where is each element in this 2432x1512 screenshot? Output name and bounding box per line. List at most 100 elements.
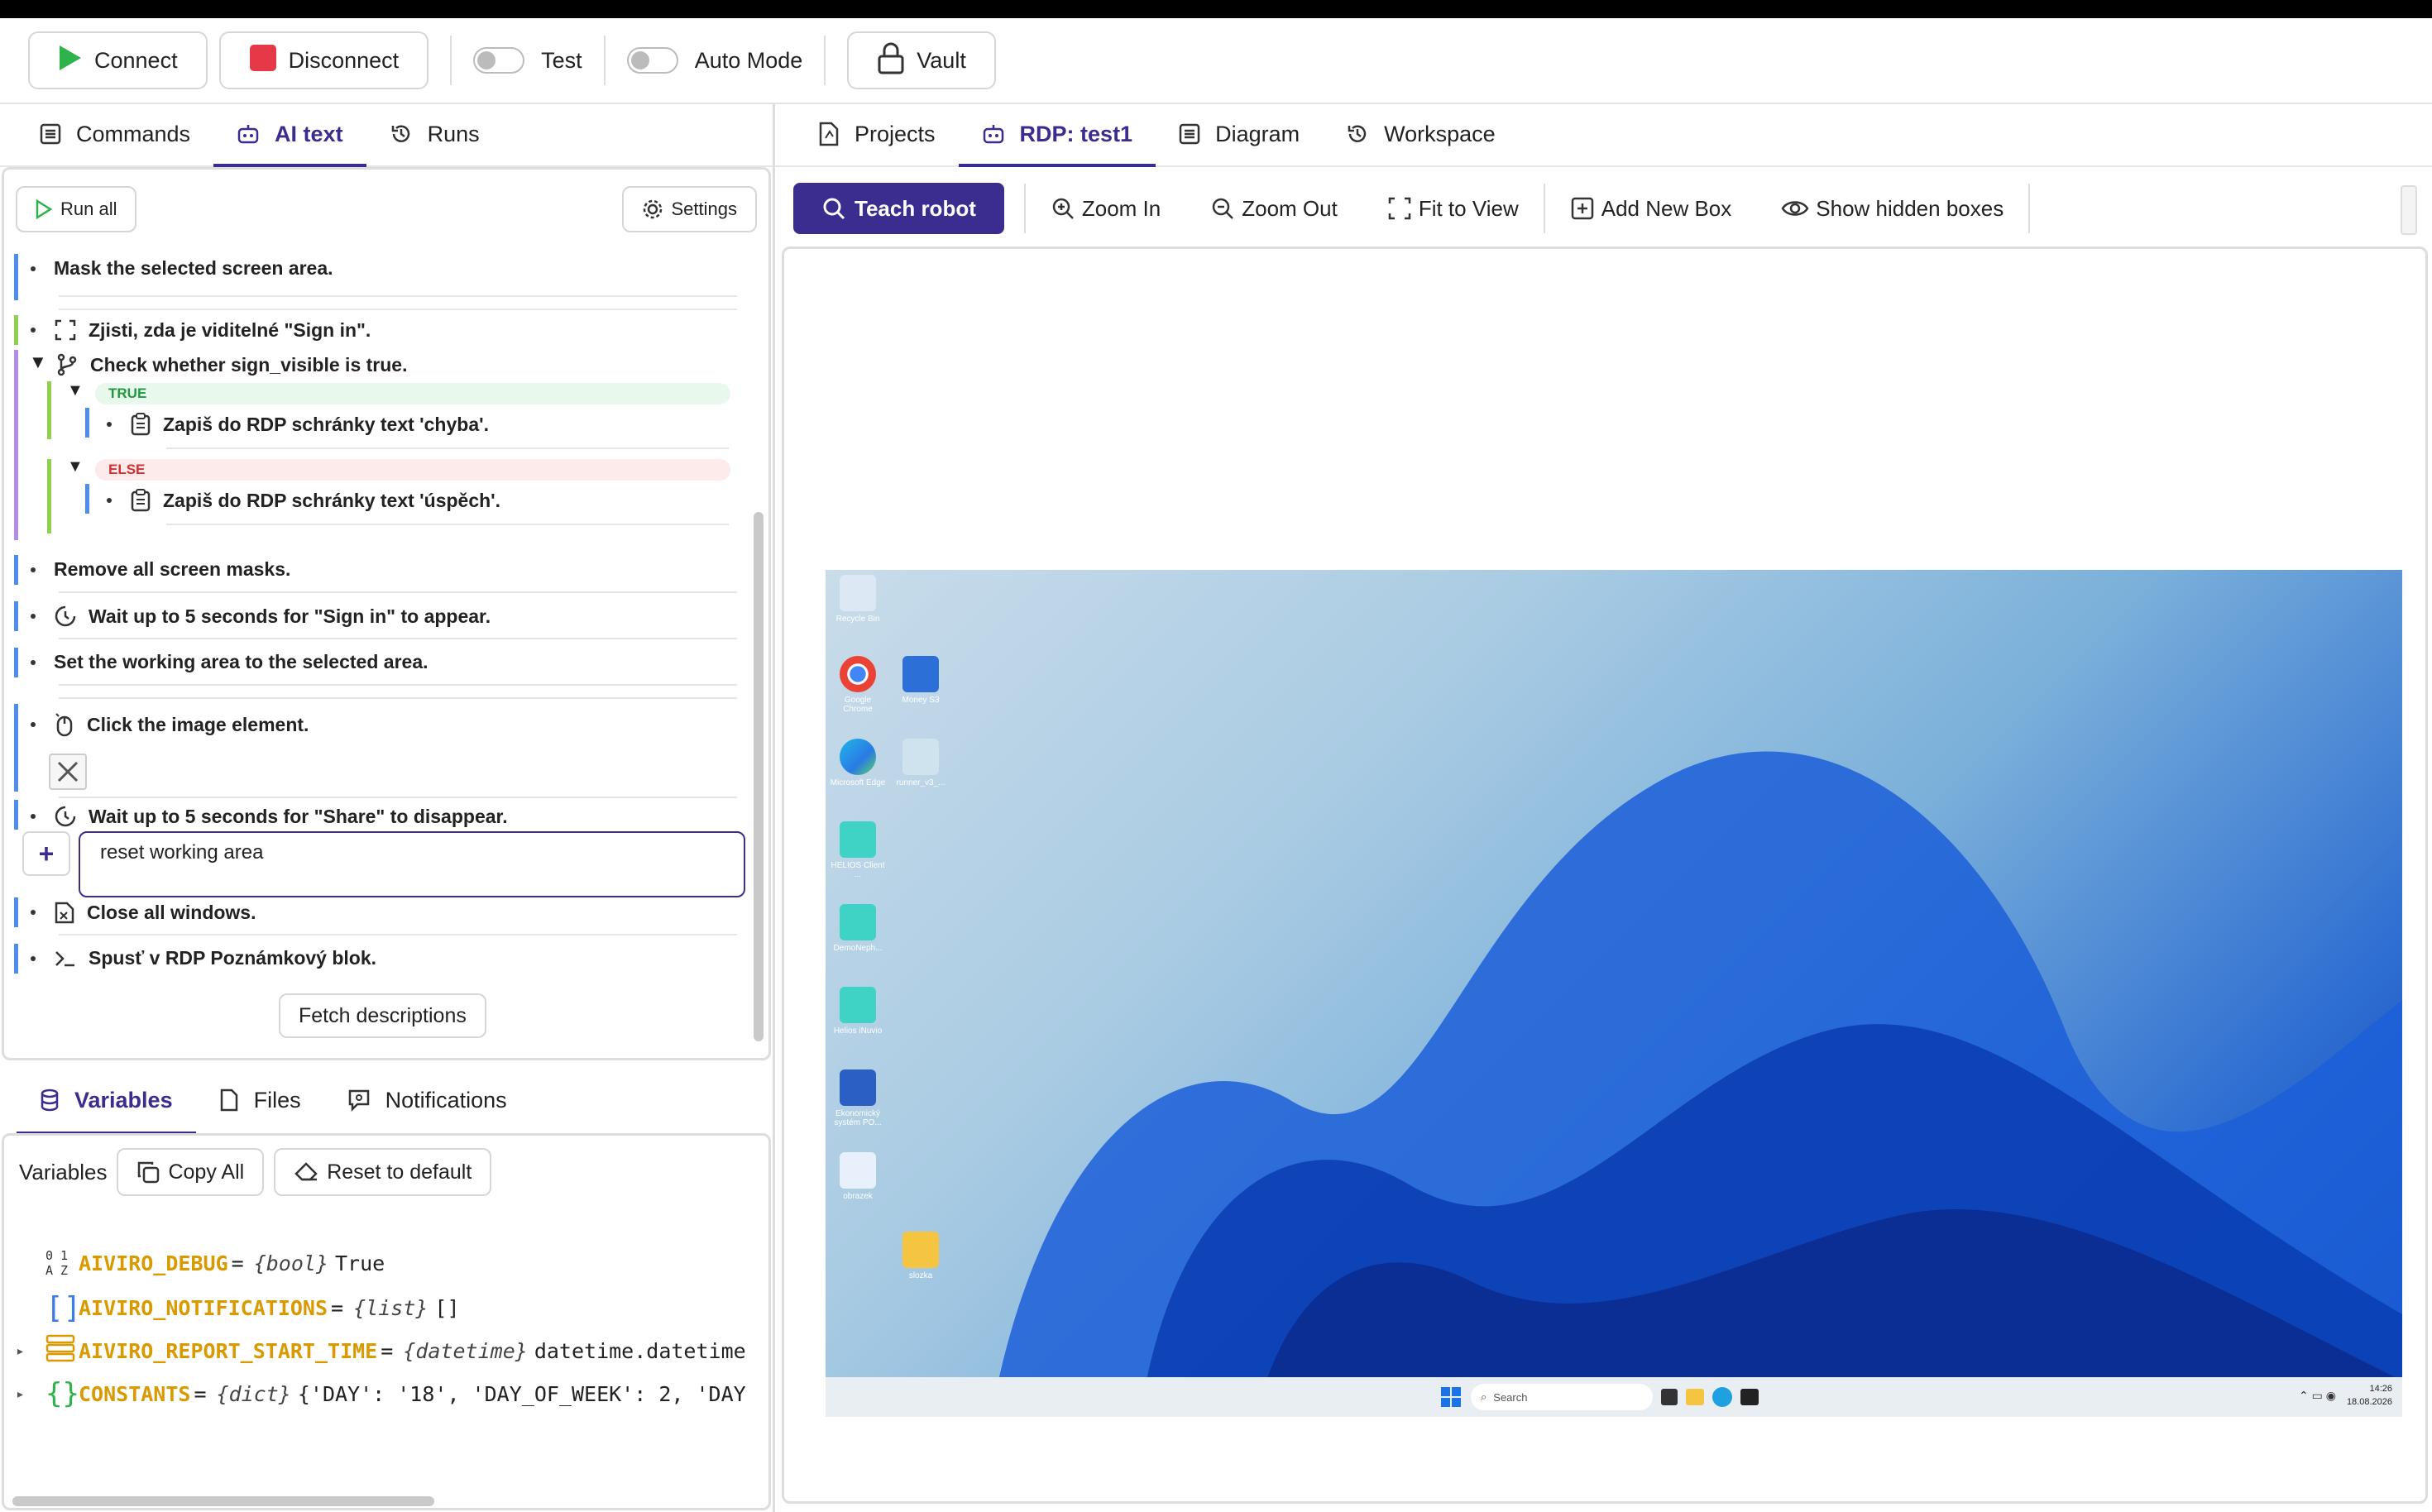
run-all-label: Run all (60, 199, 117, 219)
settings-button[interactable]: Settings (621, 186, 757, 232)
divider (59, 295, 737, 297)
left-tabs: Commands AI text Runs (0, 104, 773, 167)
history-icon (1346, 122, 1369, 146)
desktop-icon-edge[interactable]: Microsoft Edge (829, 739, 887, 787)
desktop-icon-runner[interactable]: runner_v3_... (892, 739, 950, 787)
step-text: Check whether sign_visible is true. (90, 353, 408, 376)
clipboard-icon (130, 413, 151, 436)
auto-mode-switch[interactable] (626, 47, 678, 74)
variable-row[interactable]: 0 1A Z AIVIRO_DEBUG = {bool} True (45, 1248, 385, 1278)
clock[interactable]: 14:26 18.08.2026 (2347, 1382, 2392, 1409)
list-item[interactable]: Zapiš do RDP schránky text 'úspěch'. (95, 489, 500, 512)
list-item[interactable]: Zapiš do RDP schránky text 'chyba'. (95, 413, 489, 436)
variable-row[interactable]: [] AIVIRO_NOTIFICATIONS = {list} [] (45, 1291, 460, 1325)
bullet (31, 955, 36, 961)
copy-all-button[interactable]: Copy All (117, 1148, 265, 1196)
step-text: Remove all screen masks. (54, 558, 291, 580)
tab-diagram[interactable]: Diagram (1156, 103, 1323, 165)
reset-default-label: Reset to default (327, 1160, 472, 1184)
tab-projects[interactable]: Projects (795, 103, 959, 165)
list-item[interactable]: Wait up to 5 seconds for "Sign in" to ap… (12, 605, 491, 628)
desktop-icon-helios-client[interactable]: HELIOS Client ... (829, 821, 887, 879)
history-icon (390, 122, 413, 146)
horizontal-scrollbar[interactable] (12, 1496, 434, 1506)
show-hidden-boxes-button[interactable]: Show hidden boxes (1756, 196, 2028, 222)
teach-robot-button[interactable]: Teach robot (793, 183, 1004, 234)
desktop-icon-obrazek[interactable]: obrazek (829, 1152, 887, 1201)
desktop-icon-money-s3[interactable]: Money S3 (892, 656, 950, 705)
collapse-icon[interactable]: ▼ (67, 381, 84, 400)
desktop-icon-label: Helios iNuvio (833, 1026, 883, 1036)
tab-files[interactable]: Files (196, 1067, 324, 1133)
disconnect-button[interactable]: Disconnect (218, 31, 429, 89)
toolbar-overflow[interactable] (2401, 185, 2417, 235)
variable-row[interactable]: ▸ {} CONSTANTS = {dict} {'DAY': '18', 'D… (16, 1377, 746, 1410)
list-item[interactable]: Zjisti, zda je viditelné "Sign in". (12, 318, 371, 342)
image-file-icon (840, 1152, 876, 1189)
tab-notifications[interactable]: Notifications (324, 1067, 530, 1133)
variable-name: AIVIRO_DEBUG (79, 1251, 228, 1275)
remote-desktop-screen[interactable]: Recycle Bin Google Chrome Money S3 Micro… (826, 570, 2402, 1417)
rdp-canvas[interactable]: Recycle Bin Google Chrome Money S3 Micro… (782, 246, 2428, 1504)
fit-to-view-button[interactable]: Fit to View (1362, 196, 1544, 222)
variable-row[interactable]: ▸ AIVIRO_REPORT_START_TIME = {datetime} … (16, 1334, 746, 1367)
auto-mode-toggle[interactable]: Auto Mode (626, 47, 802, 74)
list-item[interactable]: Mask the selected screen area. (12, 257, 333, 280)
tab-rdp[interactable]: RDP: test1 (958, 103, 1156, 167)
expand-icon[interactable]: ▸ (16, 1385, 45, 1403)
collapse-icon[interactable]: ▼ (67, 457, 84, 476)
reset-default-button[interactable]: Reset to default (274, 1148, 492, 1196)
teach-robot-label: Teach robot (855, 195, 976, 221)
run-all-button[interactable]: Run all (16, 186, 137, 232)
list-item[interactable]: Remove all screen masks. (12, 558, 290, 581)
taskbar-search[interactable]: ⌕ Search (1471, 1384, 1653, 1410)
toolbar-divider (824, 36, 826, 85)
test-toggle[interactable]: Test (473, 47, 582, 74)
list-item[interactable]: Close all windows. (12, 901, 256, 924)
image-thumbnail[interactable] (49, 754, 87, 790)
desktop-icon-helios-inuvio[interactable]: Helios iNuvio (829, 987, 887, 1036)
system-tray[interactable]: ⌃ ▭ ◉ (2299, 1389, 2336, 1403)
step-text: Zapiš do RDP schránky text 'chyba'. (163, 413, 489, 435)
edge-icon (840, 739, 876, 775)
fetch-descriptions-button[interactable]: Fetch descriptions (279, 993, 486, 1038)
desktop-icon-chrome[interactable]: Google Chrome (829, 656, 887, 714)
desktop-icon-slozka[interactable]: slozka (892, 1232, 950, 1280)
tab-ai-text[interactable]: AI text (213, 103, 366, 167)
list-item[interactable]: Wait up to 5 seconds for "Share" to disa… (12, 805, 508, 828)
expand-icon[interactable]: ▸ (16, 1342, 45, 1360)
folder-icon (902, 1232, 939, 1268)
start-icon[interactable] (1441, 1387, 1461, 1407)
test-switch[interactable] (473, 47, 525, 74)
helios-icon (840, 987, 876, 1023)
zoom-out-button[interactable]: Zoom Out (1185, 196, 1362, 222)
list-item[interactable]: Check whether sign_visible is true. (21, 353, 407, 376)
tab-runs[interactable]: Runs (366, 103, 503, 165)
explorer-icon[interactable] (1686, 1389, 1704, 1405)
list-item[interactable]: Spusť v RDP Poznámkový blok. (12, 947, 376, 969)
wallpaper-image (991, 751, 2402, 1417)
desktop-icon-demoneph[interactable]: DemoNeph... (829, 904, 887, 953)
edge-taskbar-icon[interactable] (1712, 1387, 1732, 1407)
task-view-icon[interactable] (1661, 1389, 1678, 1405)
add-new-box-button[interactable]: Add New Box (1545, 196, 1757, 222)
tab-notifications-label: Notifications (385, 1087, 507, 1112)
step-text: Zapiš do RDP schránky text 'úspěch'. (163, 489, 501, 511)
connect-label: Connect (94, 47, 178, 73)
scrollbar[interactable] (754, 512, 764, 1041)
desktop-icon-recycle-bin[interactable]: Recycle Bin (829, 575, 887, 624)
desktop-icon-label: Ekonomický systém PO... (834, 1109, 882, 1127)
vault-button[interactable]: Vault (847, 31, 996, 89)
bullet (31, 814, 36, 819)
desktop-icon-ekonomicky[interactable]: Ekonomický systém PO... (829, 1069, 887, 1127)
tab-workspace[interactable]: Workspace (1323, 103, 1519, 165)
list-item[interactable]: Set the working area to the selected are… (12, 651, 428, 673)
new-step-input[interactable]: reset working area (79, 831, 745, 897)
terminal-taskbar-icon[interactable] (1740, 1389, 1759, 1405)
tab-commands[interactable]: Commands (17, 103, 213, 165)
add-step-button[interactable]: + (22, 831, 70, 876)
tab-variables[interactable]: Variables (17, 1067, 196, 1135)
list-item[interactable]: Click the image element. (12, 712, 309, 737)
zoom-in-button[interactable]: Zoom In (1026, 196, 1185, 222)
connect-button[interactable]: Connect (28, 31, 208, 89)
